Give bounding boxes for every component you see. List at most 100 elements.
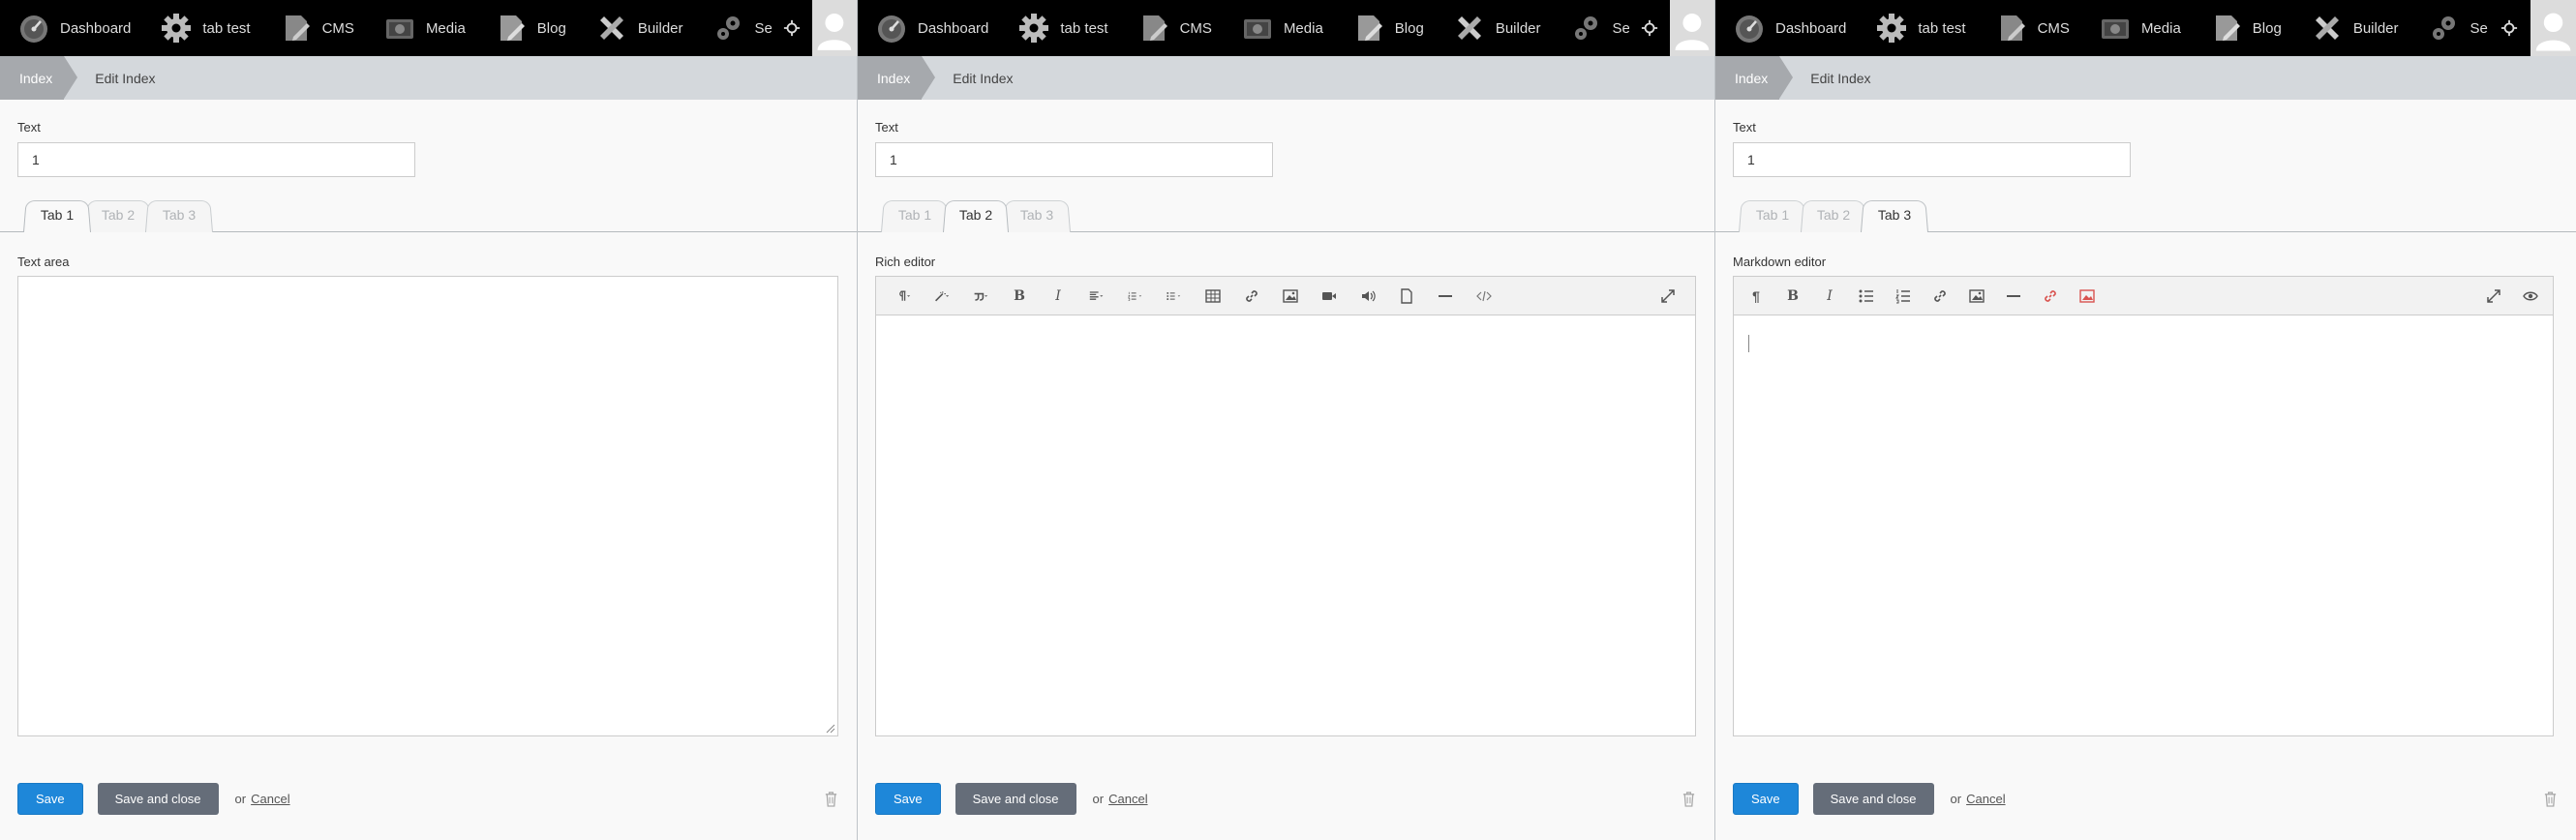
preview-eye-icon[interactable] [2512,277,2549,315]
nav-item-cms[interactable]: CMS [1978,0,2081,56]
nav-item-media[interactable]: Media [2081,0,2193,56]
image-icon[interactable] [1271,277,1310,315]
nav-item-cms[interactable]: CMS [262,0,366,56]
markdown-editor-toolbar: ¶ B I [1734,277,2553,315]
image-icon[interactable] [1958,277,1995,315]
nav-item-media[interactable]: Media [1224,0,1335,56]
panel-tab-2: Dashboard tab test CMS Media Blog Builde… [858,0,1715,840]
media-link-icon[interactable] [2032,277,2069,315]
file-icon[interactable] [1387,277,1426,315]
breadcrumb-root[interactable]: Index [858,56,936,100]
rich-editor[interactable]: B I [875,276,1696,736]
save-button[interactable]: Save [17,783,83,815]
breadcrumb-root[interactable]: Index [1715,56,1794,100]
nav-item-tab-test[interactable]: tab test [142,0,261,56]
save-and-close-button[interactable]: Save and close [1812,783,1934,815]
video-icon[interactable] [1310,277,1349,315]
italic-icon[interactable]: I [1039,277,1077,315]
field-label: Markdown editor [1733,255,1827,269]
audio-icon[interactable] [1349,277,1387,315]
unordered-list-icon[interactable] [1155,277,1194,315]
ordered-list-icon[interactable] [1116,277,1155,315]
align-icon[interactable] [1077,277,1116,315]
nav-label: Media [2140,19,2181,37]
crosshair-icon[interactable] [1629,0,1671,56]
cancel-link[interactable]: Cancel [1966,792,2005,806]
bold-icon[interactable]: B [1000,277,1039,315]
tab-1[interactable]: Tab 1 [23,197,91,232]
form-footer: Save Save and close or Cancel [875,783,1697,815]
nav-item-tab-test[interactable]: tab test [1000,0,1119,56]
save-button[interactable]: Save [875,783,941,815]
nav-item-builder[interactable]: Builder [1436,0,1553,56]
nav-item-settings[interactable]: Se [2410,0,2489,56]
tab-2[interactable]: Tab 2 [1801,197,1866,232]
ordered-list-icon[interactable] [1885,277,1922,315]
nav-item-dashboard[interactable]: Dashboard [858,0,1000,56]
code-view-icon[interactable] [1465,277,1503,315]
text-field[interactable]: 1 [17,142,415,177]
nav-item-settings[interactable]: Se [695,0,772,56]
tab-3[interactable]: Tab 3 [1861,197,1928,232]
nav-item-settings[interactable]: Se [1553,0,1629,56]
save-and-close-button[interactable]: Save and close [955,783,1076,815]
markdown-editor[interactable]: ¶ B I [1733,276,2554,736]
user-avatar-icon[interactable] [1670,0,1714,56]
paragraph-format-icon[interactable] [884,277,923,315]
quote-icon[interactable] [961,277,1000,315]
trash-icon[interactable] [2541,790,2559,809]
nav-item-dashboard[interactable]: Dashboard [1715,0,1858,56]
nav-item-blog[interactable]: Blog [1335,0,1436,56]
crosshair-icon[interactable] [2488,0,2531,56]
italic-icon[interactable]: I [1811,277,1848,315]
or-text: or [234,792,247,806]
trash-icon[interactable] [822,790,839,809]
user-avatar-icon[interactable] [812,0,857,56]
text-area[interactable] [17,276,838,736]
crosshair-icon[interactable] [772,0,813,56]
trash-icon[interactable] [1680,790,1697,809]
fullscreen-icon[interactable] [2475,277,2512,315]
save-button[interactable]: Save [1733,783,1799,815]
cancel-link[interactable]: Cancel [1108,792,1147,806]
text-field[interactable]: 1 [1733,142,2131,177]
horizontal-rule-icon[interactable] [1995,277,2032,315]
tab-3[interactable]: Tab 3 [1003,197,1071,232]
tab-3[interactable]: Tab 3 [145,197,213,232]
magic-wand-icon[interactable] [923,277,961,315]
link-icon[interactable] [1232,277,1271,315]
tab-2[interactable]: Tab 2 [943,197,1009,232]
resize-handle-icon[interactable] [826,724,835,734]
nav-item-builder[interactable]: Builder [2293,0,2410,56]
text-field-label: Text [875,120,898,135]
text-field[interactable]: 1 [875,142,1273,177]
bold-icon[interactable]: B [1774,277,1811,315]
tab-1[interactable]: Tab 1 [881,197,949,232]
nav-item-tab-test[interactable]: tab test [1858,0,1977,56]
nav-item-cms[interactable]: CMS [1120,0,1224,56]
save-and-close-button[interactable]: Save and close [97,783,219,815]
nav-item-dashboard[interactable]: Dashboard [0,0,142,56]
blog-icon [495,12,528,45]
link-icon[interactable] [1922,277,1958,315]
horizontal-rule-icon[interactable] [1426,277,1465,315]
breadcrumb: Index Edit Index [1715,56,2576,100]
nav-label: Dashboard [60,19,132,37]
cancel-link[interactable]: Cancel [251,792,289,806]
tab-2[interactable]: Tab 2 [85,197,151,232]
fullscreen-icon[interactable] [1649,277,1687,315]
paragraph-icon[interactable]: ¶ [1738,277,1774,315]
breadcrumb-root[interactable]: Index [0,56,78,100]
media-image-icon[interactable] [2069,277,2106,315]
nav-item-blog[interactable]: Blog [2193,0,2293,56]
nav-item-blog[interactable]: Blog [477,0,578,56]
dashboard-icon [1733,12,1766,45]
screen: Dashboard tab test CMS Media Blog Builde… [0,0,2576,840]
nav-item-builder[interactable]: Builder [578,0,695,56]
settings-icon [2428,12,2461,45]
tab-1[interactable]: Tab 1 [1739,197,1806,232]
user-avatar-icon[interactable] [2530,0,2576,56]
nav-item-media[interactable]: Media [366,0,477,56]
table-icon[interactable] [1194,277,1232,315]
unordered-list-icon[interactable] [1848,277,1885,315]
